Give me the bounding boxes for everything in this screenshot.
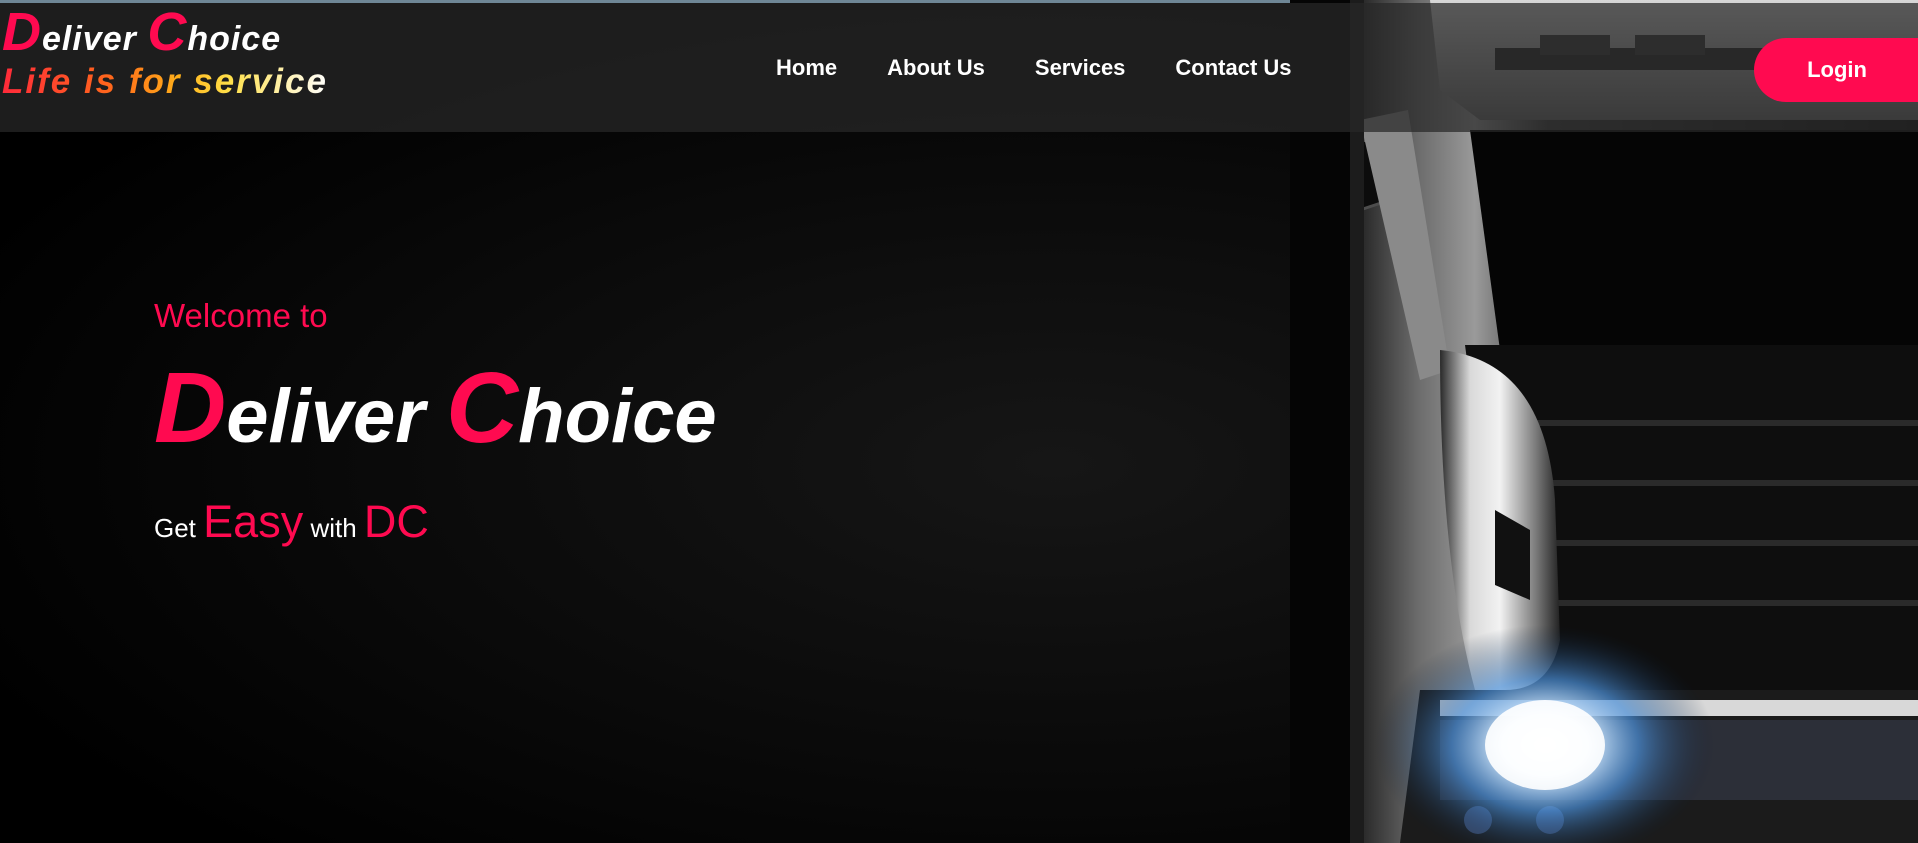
logo-cap-c: C <box>147 2 188 62</box>
slogan-get: Get <box>154 513 196 543</box>
page: Deliver Choice Life is for service Home … <box>0 0 1918 843</box>
nav-contact-us[interactable]: Contact Us <box>1175 55 1291 81</box>
hero-brand-title: Deliver Choice <box>154 358 717 467</box>
logo-text-hoice: hoice <box>187 20 282 58</box>
hero-slogan: Get Easy with DC <box>154 496 429 548</box>
nav-home[interactable]: Home <box>776 55 837 81</box>
login-button[interactable]: Login <box>1754 38 1918 102</box>
hero-welcome: Welcome to <box>154 297 328 334</box>
nav-about-us[interactable]: About Us <box>887 55 985 81</box>
hero: Welcome to Deliver Choice Get Easy with … <box>154 296 717 547</box>
brand-text-eliver: eliver <box>226 374 446 459</box>
header: Deliver Choice Life is for service Home … <box>0 3 1918 132</box>
logo-text-eliver: eliver <box>42 20 148 58</box>
slogan-easy: Easy <box>203 496 304 547</box>
logo-tagline: Life is for service <box>2 62 328 101</box>
logo-cap-d: D <box>2 2 42 62</box>
brand-cap-d: D <box>154 352 227 464</box>
nav-services[interactable]: Services <box>1035 55 1126 81</box>
slogan-with: with <box>310 513 357 543</box>
main-nav: Home About Us Services Contact Us <box>776 55 1342 81</box>
brand-text-hoice: hoice <box>518 374 717 459</box>
logo-title: Deliver Choice <box>2 5 328 62</box>
brand-cap-c: C <box>445 352 519 464</box>
logo[interactable]: Deliver Choice Life is for service <box>2 5 328 102</box>
slogan-dc: DC <box>363 496 429 547</box>
